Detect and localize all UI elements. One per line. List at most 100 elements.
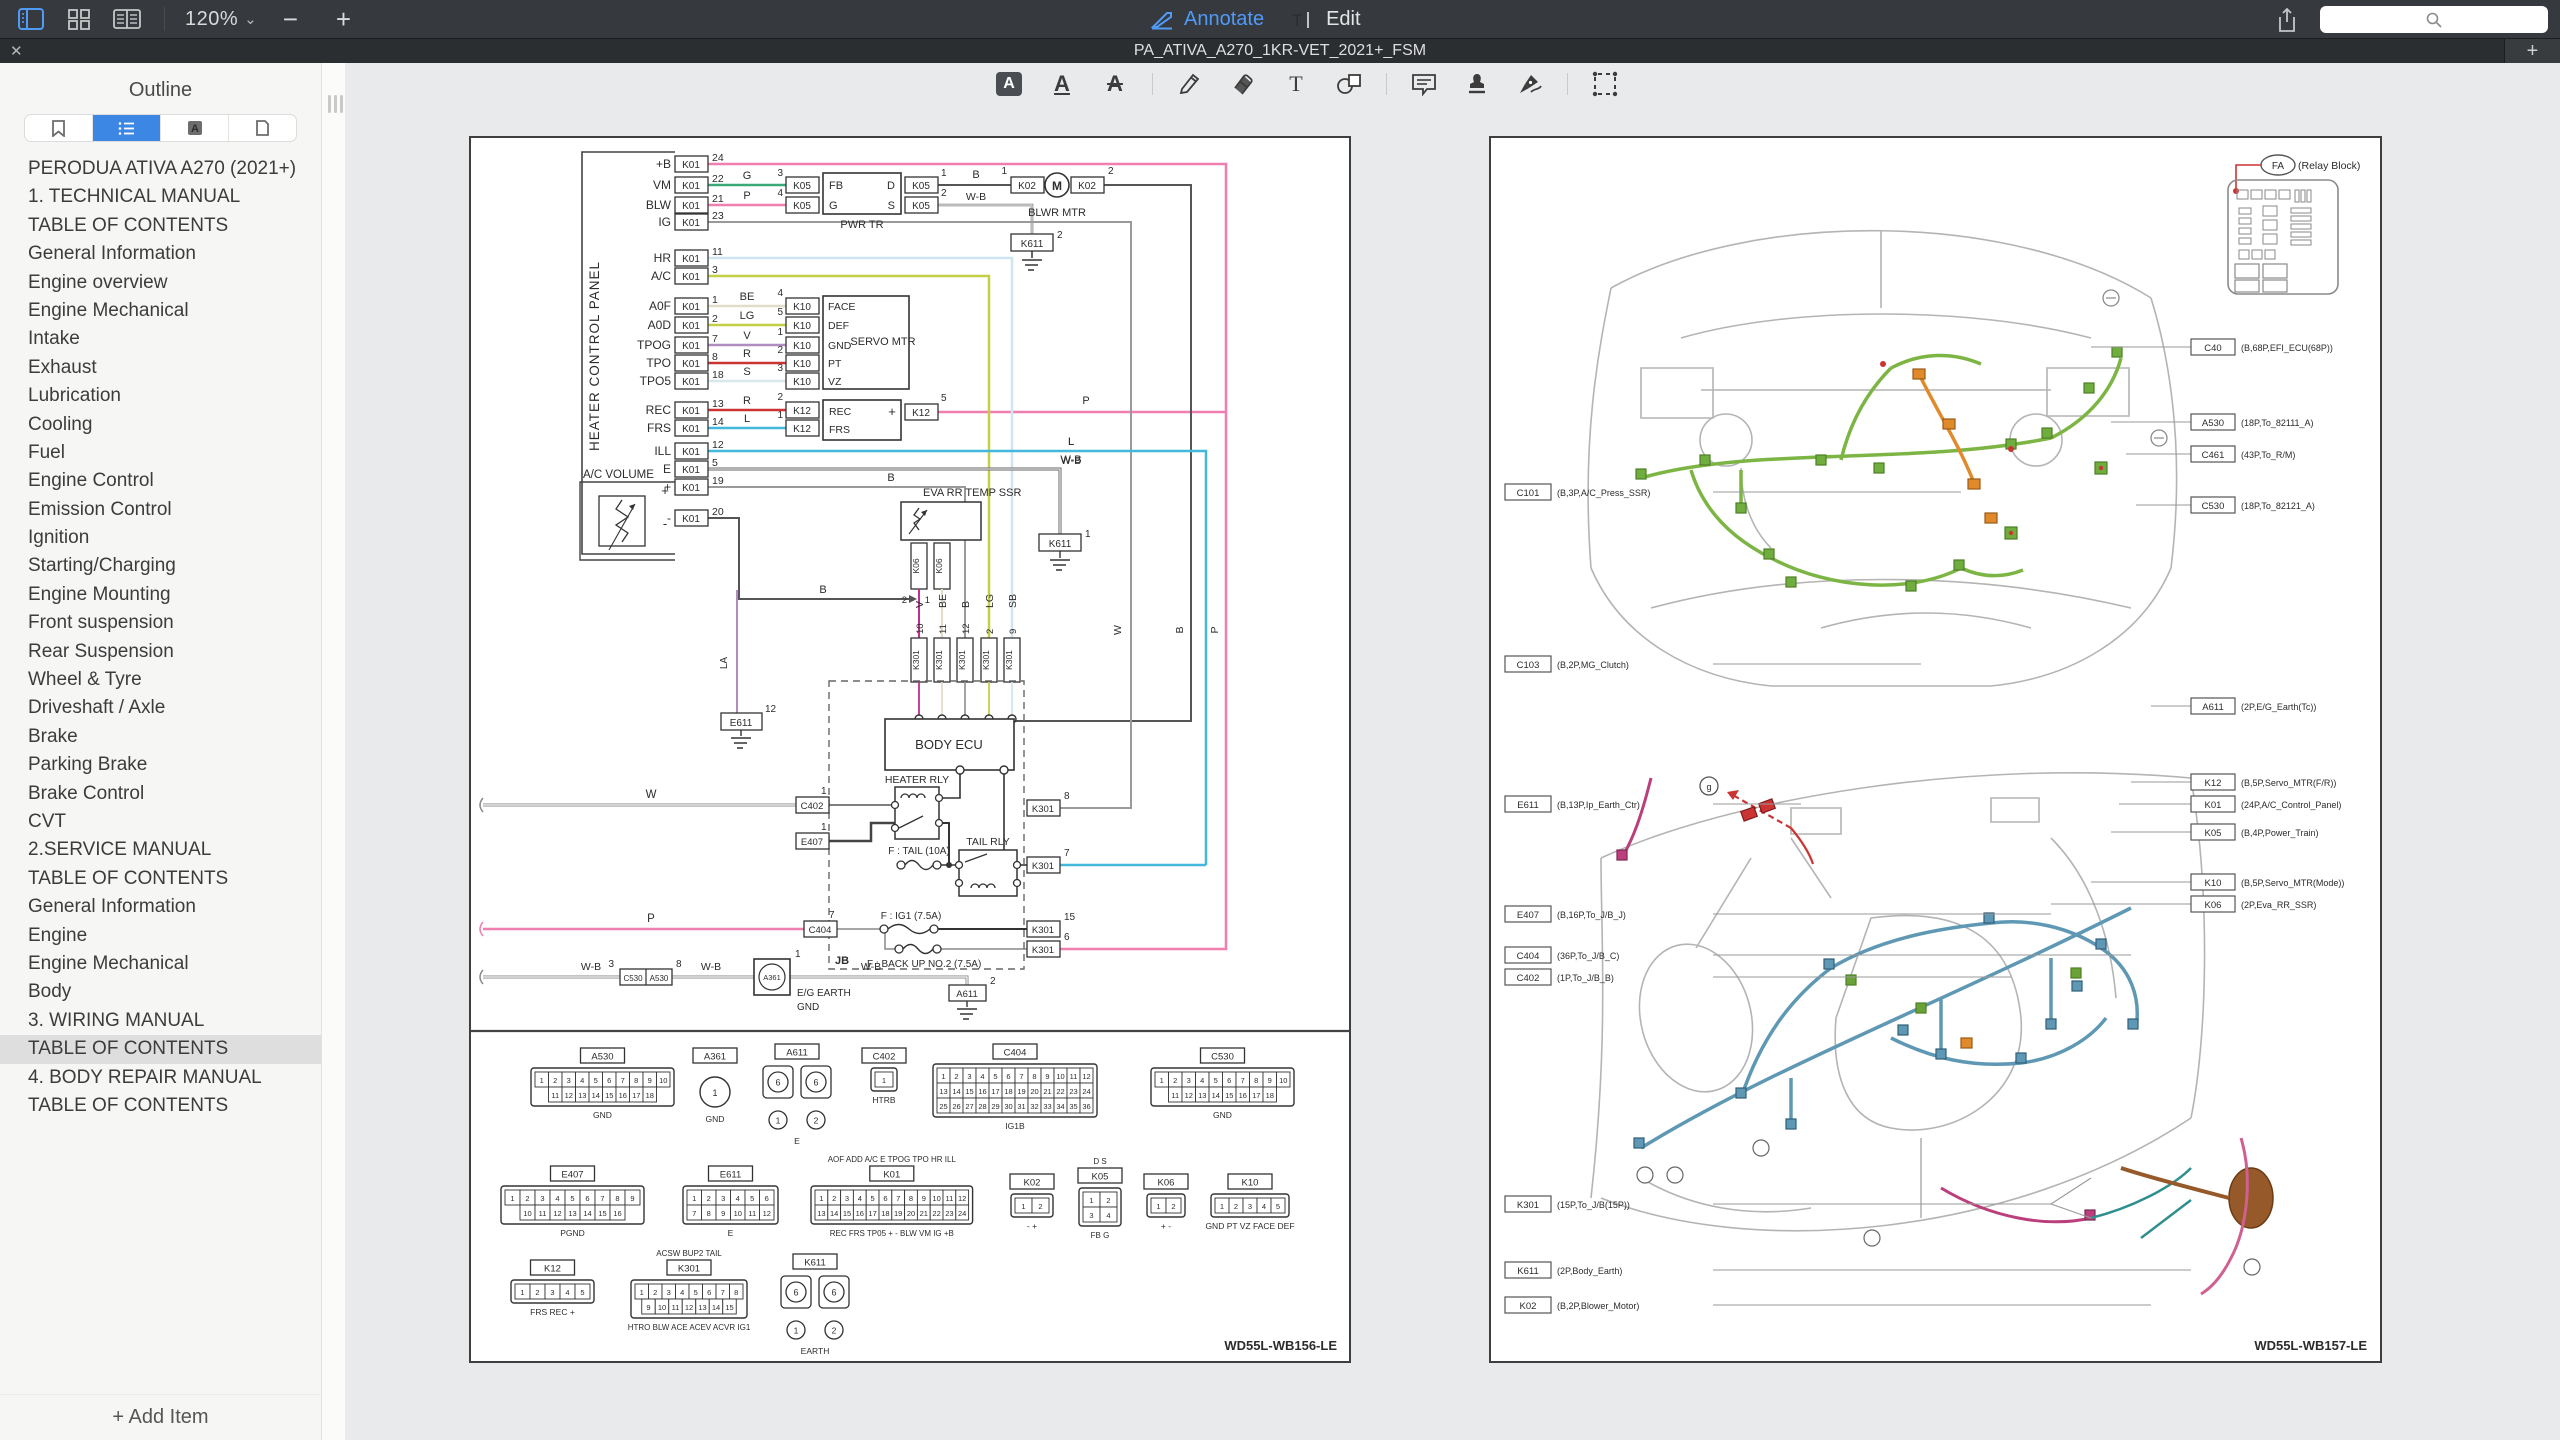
- sidebar-item[interactable]: Front suspension: [0, 609, 321, 637]
- svg-text:1: 1: [819, 1194, 823, 1203]
- svg-text:K05: K05: [793, 201, 811, 212]
- zoom-level-dropdown[interactable]: 120% ⌄: [185, 8, 257, 31]
- svg-text:3: 3: [540, 1194, 544, 1203]
- svg-text:11: 11: [712, 246, 723, 258]
- svg-text:2: 2: [553, 1076, 557, 1085]
- sidebar-item[interactable]: General Information: [0, 240, 321, 268]
- svg-text:10: 10: [659, 1076, 667, 1085]
- svg-text:W-B: W-B: [861, 961, 881, 973]
- tab-annotations[interactable]: A: [161, 115, 229, 141]
- tab-bookmarks[interactable]: [25, 115, 93, 141]
- sidebar-toggle-icon[interactable]: [14, 4, 48, 34]
- sidebar-item[interactable]: Fuel: [0, 439, 321, 467]
- svg-text:15: 15: [605, 1091, 613, 1100]
- pencil-tool-icon[interactable]: [1174, 68, 1206, 100]
- tab-pages[interactable]: [229, 115, 296, 141]
- sidebar-item[interactable]: Engine overview: [0, 269, 321, 297]
- svg-text:C402: C402: [1517, 973, 1540, 984]
- thumbnail-grid-icon[interactable]: [62, 4, 96, 34]
- zoom-out-button[interactable]: −: [271, 4, 310, 35]
- text-cursor-icon: T: [1290, 10, 1316, 30]
- annotate-mode-button[interactable]: Annotate: [1150, 8, 1264, 31]
- strikethrough-tool[interactable]: A: [1099, 68, 1131, 100]
- sidebar-item[interactable]: Engine Mounting: [0, 581, 321, 609]
- share-icon[interactable]: [2270, 5, 2304, 35]
- sidebar-item[interactable]: TABLE OF CONTENTS: [0, 865, 321, 893]
- svg-text:23: 23: [1069, 1087, 1077, 1096]
- sidebar-item[interactable]: Body: [0, 978, 321, 1006]
- svg-text:18: 18: [646, 1091, 654, 1100]
- sidebar-item[interactable]: Engine Mechanical: [0, 950, 321, 978]
- sidebar-item[interactable]: TABLE OF CONTENTS: [0, 1092, 321, 1120]
- select-area-tool-icon[interactable]: [1589, 68, 1621, 100]
- connector-callout: A611(2P,E/G_Earth(Tc)): [2151, 698, 2316, 714]
- svg-text:K02: K02: [1024, 1178, 1041, 1189]
- svg-text:D S: D S: [1093, 1157, 1106, 1166]
- sidebar-item[interactable]: Rear Suspension: [0, 638, 321, 666]
- highlight-format-tool[interactable]: A: [993, 68, 1025, 100]
- sidebar-item[interactable]: Engine Mechanical: [0, 297, 321, 325]
- sidebar-item[interactable]: 1. TECHNICAL MANUAL: [0, 183, 321, 211]
- sidebar-item[interactable]: Exhaust: [0, 354, 321, 382]
- svg-text:LG: LG: [740, 310, 755, 322]
- svg-text:13: 13: [578, 1091, 586, 1100]
- svg-text:K301: K301: [1517, 1200, 1539, 1211]
- sidebar-item[interactable]: TABLE OF CONTENTS: [0, 212, 321, 240]
- shapes-tool-icon[interactable]: [1333, 68, 1365, 100]
- sidebar-item[interactable]: CVT: [0, 808, 321, 836]
- underline-tool[interactable]: A: [1046, 68, 1078, 100]
- svg-text:ACSW BUP2 TAIL: ACSW BUP2 TAIL: [656, 1249, 722, 1258]
- svg-text:16: 16: [619, 1091, 627, 1100]
- sidebar-item[interactable]: 2.SERVICE MANUAL: [0, 836, 321, 864]
- svg-text:S: S: [743, 366, 750, 378]
- sidebar-item[interactable]: Ignition: [0, 524, 321, 552]
- svg-text:(B,2P,Blower_Motor): (B,2P,Blower_Motor): [1557, 1301, 1639, 1311]
- svg-text:2: 2: [985, 629, 996, 634]
- sidebar-item[interactable]: Intake: [0, 325, 321, 353]
- pinout-connector: C530123456789101112131415161718GND: [1151, 1048, 1294, 1120]
- sidebar-item[interactable]: 4. BODY REPAIR MANUAL: [0, 1064, 321, 1092]
- svg-text:C530: C530: [623, 974, 643, 983]
- svg-text:C530: C530: [2202, 501, 2225, 512]
- eraser-tool-icon[interactable]: [1227, 68, 1259, 100]
- svg-text:SB: SB: [1007, 594, 1019, 608]
- sidebar-item[interactable]: Brake: [0, 723, 321, 751]
- sidebar-item[interactable]: TABLE OF CONTENTS: [0, 1035, 321, 1063]
- svg-text:2: 2: [1234, 1202, 1238, 1211]
- svg-text:WD55L-WB157-LE: WD55L-WB157-LE: [2254, 1338, 2367, 1353]
- svg-text:3: 3: [845, 1194, 849, 1203]
- new-tab-button[interactable]: +: [2504, 39, 2560, 63]
- comment-tool-icon[interactable]: [1408, 68, 1440, 100]
- zoom-in-button[interactable]: +: [324, 4, 363, 35]
- sidebar-item[interactable]: Emission Control: [0, 496, 321, 524]
- sidebar-item[interactable]: 3. WIRING MANUAL: [0, 1007, 321, 1035]
- sidebar-item[interactable]: Engine: [0, 922, 321, 950]
- two-page-view-icon[interactable]: [110, 4, 144, 34]
- stamp-tool-icon[interactable]: [1461, 68, 1493, 100]
- tab-outline[interactable]: [93, 115, 161, 141]
- pinout-connector: K1212345FRS REC +: [511, 1260, 594, 1317]
- signature-tool-icon[interactable]: [1514, 68, 1546, 100]
- svg-text:14: 14: [712, 416, 724, 428]
- sidebar-item[interactable]: Engine Control: [0, 467, 321, 495]
- sidebar-item[interactable]: Cooling: [0, 411, 321, 439]
- close-tab-button[interactable]: ✕: [10, 44, 23, 59]
- sidebar-item[interactable]: Brake Control: [0, 780, 321, 808]
- svg-text:10: 10: [1279, 1076, 1287, 1085]
- search-input[interactable]: [2320, 6, 2548, 33]
- sidebar-item[interactable]: Starting/Charging: [0, 552, 321, 580]
- add-item-button[interactable]: + Add Item: [0, 1394, 321, 1440]
- sidebar-item[interactable]: Lubrication: [0, 382, 321, 410]
- sidebar-item[interactable]: Wheel & Tyre: [0, 666, 321, 694]
- edit-mode-button[interactable]: T Edit: [1290, 8, 1360, 31]
- sidebar-item[interactable]: Parking Brake: [0, 751, 321, 779]
- sidebar-item[interactable]: PERODUA ATIVA A270 (2021+): [0, 155, 321, 183]
- svg-text:K12: K12: [544, 1264, 561, 1275]
- sidebar-item[interactable]: General Information: [0, 893, 321, 921]
- sidebar-resize-handle[interactable]: [322, 63, 345, 1440]
- svg-text:12: 12: [712, 439, 724, 451]
- svg-text:E407: E407: [1517, 910, 1539, 921]
- sidebar-item[interactable]: Driveshaft / Axle: [0, 694, 321, 722]
- text-tool[interactable]: T: [1280, 68, 1312, 100]
- svg-text:24: 24: [1082, 1087, 1090, 1096]
